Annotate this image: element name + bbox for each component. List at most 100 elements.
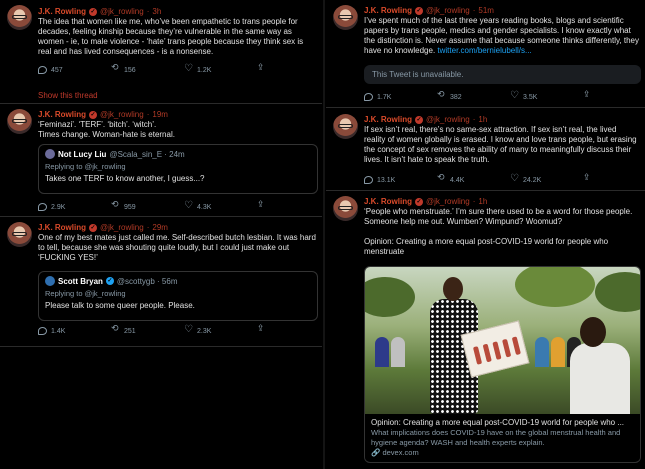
- author-name[interactable]: J.K. Rowling: [38, 223, 86, 232]
- tweet-text: ‘Feminazi’. ‘TERF’. ‘bitch’. ‘witch’. Ti…: [38, 120, 175, 139]
- heart-icon: [510, 173, 519, 184]
- replying-to: Replying to @jk_rowling: [45, 162, 126, 171]
- avatar[interactable]: [7, 222, 32, 247]
- retweet-button[interactable]: 382: [437, 90, 510, 101]
- author-handle[interactable]: @jk_rowling: [100, 110, 144, 119]
- tweet-time[interactable]: 1h: [478, 197, 487, 206]
- tweet-actions: 1.4K 251 2.3K: [38, 324, 322, 335]
- tweet-time[interactable]: 3h: [152, 7, 161, 16]
- share-button[interactable]: [257, 63, 322, 74]
- share-button[interactable]: [583, 90, 645, 101]
- tweet-text: I’ve spent much of the last three years …: [364, 16, 639, 55]
- card-title: Opinion: Creating a more equal post-COVI…: [371, 418, 625, 427]
- avatar[interactable]: [7, 109, 32, 134]
- share-button[interactable]: [583, 173, 645, 184]
- like-button[interactable]: 3.5K: [510, 90, 583, 101]
- reply-icon: [38, 203, 47, 211]
- verified-icon: ✓: [415, 197, 423, 206]
- verified-icon: ✓: [415, 115, 423, 124]
- retweet-button[interactable]: 251: [111, 324, 184, 335]
- link-card[interactable]: Opinion: Creating a more equal post-COVI…: [364, 266, 641, 463]
- quoted-tweet[interactable]: Not Lucy Liu @Scala_sin_E · 24m Replying…: [38, 144, 318, 194]
- verified-icon: ✓: [89, 110, 97, 119]
- verified-icon: ✓: [89, 223, 97, 232]
- quoted-author-name: Scott Bryan: [58, 276, 103, 286]
- tweet-link[interactable]: twitter.com/bernielubell/s...: [437, 46, 531, 55]
- avatar: [45, 149, 55, 159]
- column-divider: [323, 0, 325, 469]
- tweet[interactable]: J.K. Rowling ✓ @jk_rowling · 51m I’ve sp…: [326, 0, 645, 108]
- quoted-text: Takes one TERF to know another, I guess.…: [45, 174, 205, 183]
- card-url: 🔗 devex.com: [371, 448, 419, 457]
- tweet-time[interactable]: 29m: [152, 223, 168, 232]
- tweet-time[interactable]: 19m: [152, 110, 168, 119]
- unavailable-tweet-notice: This Tweet is unavailable.: [364, 65, 641, 84]
- tweet[interactable]: J.K. Rowling ✓ @jk_rowling · 29m One of …: [0, 217, 322, 347]
- avatar[interactable]: [333, 5, 358, 30]
- retweet-button[interactable]: 959: [111, 200, 184, 211]
- heart-icon: [184, 200, 193, 211]
- author-handle[interactable]: @jk_rowling: [426, 197, 470, 206]
- photo-person: [570, 317, 630, 414]
- tweet[interactable]: J.K. Rowling ✓ @jk_rowling · 19m ‘Femina…: [0, 104, 322, 217]
- like-button[interactable]: 4.3K: [184, 200, 257, 211]
- reply-button[interactable]: 13.1K: [364, 176, 437, 184]
- reply-icon: [38, 327, 47, 335]
- retweet-icon: [111, 200, 120, 211]
- verified-icon: ✓: [105, 277, 114, 285]
- author-name[interactable]: J.K. Rowling: [38, 7, 86, 16]
- card-description: What implications does COVID-19 have on …: [371, 428, 621, 447]
- tweet-actions: 1.7K 382 3.5K: [364, 90, 645, 101]
- avatar: [45, 276, 55, 286]
- reply-icon: [364, 93, 373, 101]
- card-image: [365, 267, 640, 414]
- author-handle[interactable]: @jk_rowling: [100, 7, 144, 16]
- author-name[interactable]: J.K. Rowling: [364, 115, 412, 124]
- tweet-text-link-title: Opinion: Creating a more equal post-COVI…: [364, 237, 609, 256]
- reply-button[interactable]: 457: [38, 66, 111, 74]
- like-button[interactable]: 2.3K: [184, 324, 257, 335]
- retweet-icon: [111, 63, 120, 74]
- like-button[interactable]: 24.2K: [510, 173, 583, 184]
- heart-icon: [184, 63, 193, 74]
- reply-button[interactable]: 1.7K: [364, 93, 437, 101]
- tweet-actions: 2.9K 959 4.3K: [38, 200, 322, 211]
- tweet-text: ‘People who menstruate.’ I’m sure there …: [364, 207, 633, 226]
- avatar[interactable]: [333, 196, 358, 221]
- tweet-time[interactable]: 51m: [478, 6, 494, 15]
- author-handle[interactable]: @jk_rowling: [426, 6, 470, 15]
- quoted-text: Please talk to some queer people. Please…: [45, 301, 195, 310]
- heart-icon: [510, 90, 519, 101]
- replying-to: Replying to @jk_rowling: [45, 289, 126, 298]
- share-button[interactable]: [257, 324, 322, 335]
- reply-button[interactable]: 2.9K: [38, 203, 111, 211]
- avatar[interactable]: [333, 114, 358, 139]
- right-column: J.K. Rowling ✓ @jk_rowling · 51m I’ve sp…: [326, 0, 645, 469]
- quoted-author-name: Not Lucy Liu: [58, 149, 107, 159]
- share-icon: [583, 173, 592, 184]
- reply-button[interactable]: 1.4K: [38, 327, 111, 335]
- retweet-button[interactable]: 4.4K: [437, 173, 510, 184]
- share-icon: [257, 63, 266, 74]
- author-name[interactable]: J.K. Rowling: [38, 110, 86, 119]
- tweet-time[interactable]: 1h: [478, 115, 487, 124]
- quoted-tweet[interactable]: Scott Bryan ✓ @scottygb · 56m Replying t…: [38, 271, 318, 321]
- like-button[interactable]: 1.2K: [184, 63, 257, 74]
- reply-icon: [364, 176, 373, 184]
- tweet[interactable]: J.K. Rowling ✓ @jk_rowling · 3h The idea…: [0, 0, 322, 104]
- author-handle[interactable]: @jk_rowling: [100, 223, 144, 232]
- share-button[interactable]: [257, 200, 322, 211]
- tweet[interactable]: J.K. Rowling ✓ @jk_rowling · 1h If sex i…: [326, 108, 645, 191]
- retweet-button[interactable]: 156: [111, 63, 184, 74]
- share-icon: [583, 90, 592, 101]
- tweet-text: The idea that women like me, who’ve been…: [38, 17, 304, 56]
- tweet-actions: 457 156 1.2K: [38, 63, 322, 74]
- author-name[interactable]: J.K. Rowling: [364, 197, 412, 206]
- retweet-icon: [437, 173, 446, 184]
- quoted-author-handle: @Scala_sin_E · 24m: [109, 149, 185, 159]
- avatar[interactable]: [7, 5, 32, 30]
- show-thread-link[interactable]: Show this thread: [38, 91, 98, 100]
- author-name[interactable]: J.K. Rowling: [364, 6, 412, 15]
- author-handle[interactable]: @jk_rowling: [426, 115, 470, 124]
- tweet[interactable]: J.K. Rowling ✓ @jk_rowling · 1h ‘People …: [326, 191, 645, 469]
